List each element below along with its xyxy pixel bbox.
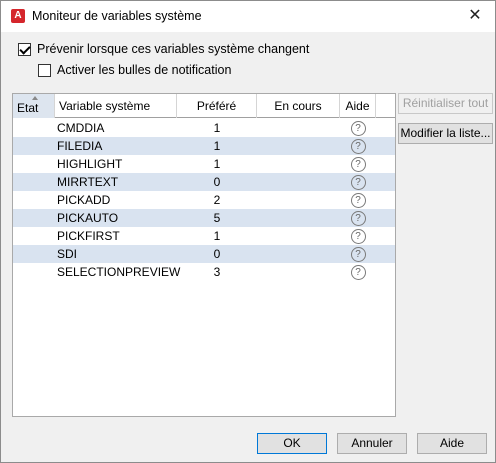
row-current-value: [257, 227, 340, 245]
row-preferred-value[interactable]: 0: [177, 173, 257, 191]
column-header-variable[interactable]: Variable système: [55, 94, 177, 118]
column-header-en-cours[interactable]: En cours: [257, 94, 340, 118]
row-variable-name: FILEDIA: [57, 139, 103, 153]
table-row[interactable]: PICKAUTO 5 ?: [13, 209, 395, 227]
table-row[interactable]: SDI 0 ?: [13, 245, 395, 263]
help-icon[interactable]: ?: [350, 210, 366, 226]
variables-table: Etat Variable système Préféré En cours A…: [12, 93, 396, 417]
row-state: [13, 119, 55, 137]
row-preferred-value[interactable]: 2: [177, 191, 257, 209]
row-preferred-value[interactable]: 1: [177, 119, 257, 137]
row-preferred-value[interactable]: 1: [177, 155, 257, 173]
help-icon[interactable]: ?: [350, 228, 366, 244]
column-header-etat[interactable]: Etat: [13, 94, 55, 118]
row-current-value: [257, 191, 340, 209]
table-row[interactable]: FILEDIA 1 ?: [13, 137, 395, 155]
notify-label: Prévenir lorsque ces variables système c…: [37, 42, 310, 56]
table-row[interactable]: CMDDIA 1 ?: [13, 119, 395, 137]
row-preferred-value[interactable]: 1: [177, 227, 257, 245]
row-variable-name: SELECTIONPREVIEW: [57, 265, 181, 279]
row-state: [13, 209, 55, 227]
reset-all-button[interactable]: Réinitialiser tout: [398, 93, 493, 114]
row-state: [13, 173, 55, 191]
close-icon[interactable]: ✕: [465, 6, 485, 26]
row-state: [13, 245, 55, 263]
column-header-etat-label: Etat: [17, 101, 39, 115]
row-variable-name: CMDDIA: [57, 121, 105, 135]
table-row[interactable]: HIGHLIGHT 1 ?: [13, 155, 395, 173]
row-current-value: [257, 173, 340, 191]
edit-list-button[interactable]: Modifier la liste...: [398, 123, 493, 144]
row-variable-name: PICKAUTO: [57, 211, 119, 225]
notify-option[interactable]: Prévenir lorsque ces variables système c…: [18, 42, 309, 56]
help-button[interactable]: Aide: [417, 433, 487, 454]
row-variable-name: PICKFIRST: [57, 229, 120, 243]
table-body: CMDDIA 1 ? FILEDIA 1 ? HIGHLIGHT 1 ? MIR…: [13, 119, 395, 281]
autocad-app-icon: A: [11, 9, 25, 23]
help-icon[interactable]: ?: [350, 120, 366, 136]
column-header-aide[interactable]: Aide: [340, 94, 376, 118]
help-icon[interactable]: ?: [350, 138, 366, 154]
row-current-value: [257, 263, 340, 281]
row-current-value: [257, 119, 340, 137]
table-row[interactable]: SELECTIONPREVIEW 3 ?: [13, 263, 395, 281]
row-variable-name: PICKADD: [57, 193, 111, 207]
row-state: [13, 227, 55, 245]
title-bar: A Moniteur de variables système ✕: [1, 1, 495, 32]
table-row[interactable]: MIRRTEXT 0 ?: [13, 173, 395, 191]
column-header-prefere[interactable]: Préféré: [177, 94, 257, 118]
help-icon[interactable]: ?: [350, 192, 366, 208]
row-state: [13, 191, 55, 209]
bubbles-checkbox[interactable]: [38, 63, 51, 77]
row-current-value: [257, 245, 340, 263]
help-icon[interactable]: ?: [350, 246, 366, 262]
row-state: [13, 155, 55, 173]
help-icon[interactable]: ?: [350, 264, 366, 280]
app-icon-letter: A: [14, 10, 22, 21]
row-variable-name: HIGHLIGHT: [57, 157, 123, 171]
dialog-window: A Moniteur de variables système ✕ Préven…: [0, 0, 496, 463]
row-current-value: [257, 137, 340, 155]
bubbles-option[interactable]: Activer les bulles de notification: [38, 63, 231, 77]
row-variable-name: SDI: [57, 247, 78, 261]
help-icon[interactable]: ?: [350, 174, 366, 190]
row-state: [13, 137, 55, 155]
table-row[interactable]: PICKADD 2 ?: [13, 191, 395, 209]
row-preferred-value[interactable]: 5: [177, 209, 257, 227]
cancel-button[interactable]: Annuler: [337, 433, 407, 454]
row-variable-name: MIRRTEXT: [57, 175, 119, 189]
row-preferred-value[interactable]: 1: [177, 137, 257, 155]
row-current-value: [257, 155, 340, 173]
row-preferred-value[interactable]: 0: [177, 245, 257, 263]
row-preferred-value[interactable]: 3: [177, 263, 257, 281]
dialog-title: Moniteur de variables système: [32, 9, 202, 23]
row-state: [13, 263, 55, 281]
bubbles-label: Activer les bulles de notification: [57, 63, 232, 77]
help-icon[interactable]: ?: [350, 156, 366, 172]
notify-checkbox[interactable]: [18, 42, 31, 56]
table-row[interactable]: PICKFIRST 1 ?: [13, 227, 395, 245]
table-header: Etat Variable système Préféré En cours A…: [13, 94, 395, 118]
ok-button[interactable]: OK: [257, 433, 327, 454]
row-current-value: [257, 209, 340, 227]
